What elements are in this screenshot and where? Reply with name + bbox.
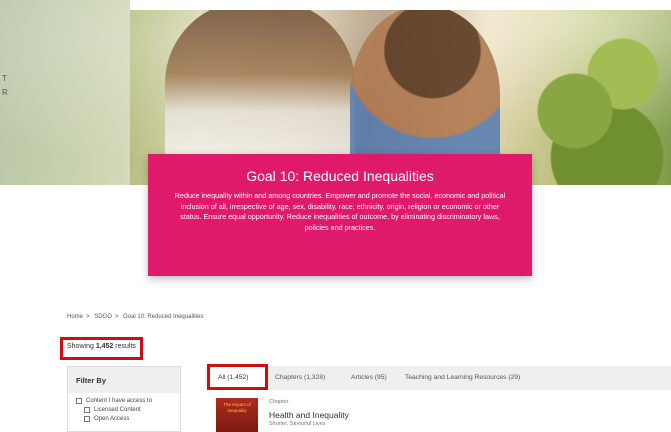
tab-articles[interactable]: Articles (95) — [351, 366, 387, 390]
tab-teaching-resources[interactable]: Teaching and Learning Resources (29) — [405, 366, 520, 390]
results-number: 1,452 — [95, 343, 114, 350]
hero-image-foliage — [511, 0, 671, 185]
checkbox[interactable] — [76, 398, 82, 404]
result-subtitle: Shorter, Stressful Lives — [269, 421, 326, 427]
overlay-panel-ghost — [0, 0, 130, 185]
filter-option-open-access[interactable]: Open Access — [84, 416, 180, 422]
tab-chapters[interactable]: Chapters (1,328) — [275, 366, 325, 390]
breadcrumb-current: Goal 10: Reduced Inequalities — [123, 314, 204, 320]
checkbox[interactable] — [84, 416, 90, 422]
book-cover-thumbnail[interactable]: The Impact of Inequality — [216, 398, 258, 432]
breadcrumb-sdgo[interactable]: SDGO — [94, 314, 112, 320]
ghost-text: T R — [2, 74, 8, 97]
checkbox[interactable] — [84, 407, 90, 413]
results-prefix: Showing — [67, 343, 94, 350]
filter-title: Filter By — [68, 367, 180, 393]
breadcrumb-separator: > — [114, 314, 119, 320]
tab-all[interactable]: All (1,452) — [207, 364, 268, 390]
thumbnail-title: The Impact of Inequality — [223, 402, 251, 413]
filter-panel: Filter By Content I have access to Licen… — [67, 366, 181, 432]
result-item[interactable]: The Impact of Inequality Chapter Health … — [216, 398, 666, 432]
filter-option-label: Content I have access to — [86, 398, 153, 404]
content-type-tabs: All (1,452) Chapters (1,328) Articles (9… — [205, 364, 671, 390]
results-suffix: results — [115, 343, 136, 350]
filter-option-access[interactable]: Content I have access to — [76, 398, 180, 404]
breadcrumb-separator: > — [86, 314, 90, 320]
breadcrumb: Home > SDGO > Goal 10: Reduced Inequalitie… — [67, 314, 206, 320]
breadcrumb-home[interactable]: Home — [67, 314, 83, 320]
result-type: Chapter — [269, 399, 289, 405]
filter-option-label: Licensed Content — [94, 407, 141, 413]
goal-title: Goal 10: Reduced Inequalities — [246, 168, 434, 184]
goal-description: Reduce inequality within and among count… — [174, 191, 506, 232]
filter-option-label: Open Access — [94, 416, 130, 422]
goal-info-card: Goal 10: Reduced Inequalities Reduce ine… — [148, 154, 532, 276]
top-white-strip — [130, 0, 671, 10]
results-count: Showing 1,452 results — [60, 337, 143, 360]
result-title[interactable]: Health and Inequality — [269, 410, 349, 420]
filter-option-licensed[interactable]: Licensed Content — [84, 407, 180, 413]
